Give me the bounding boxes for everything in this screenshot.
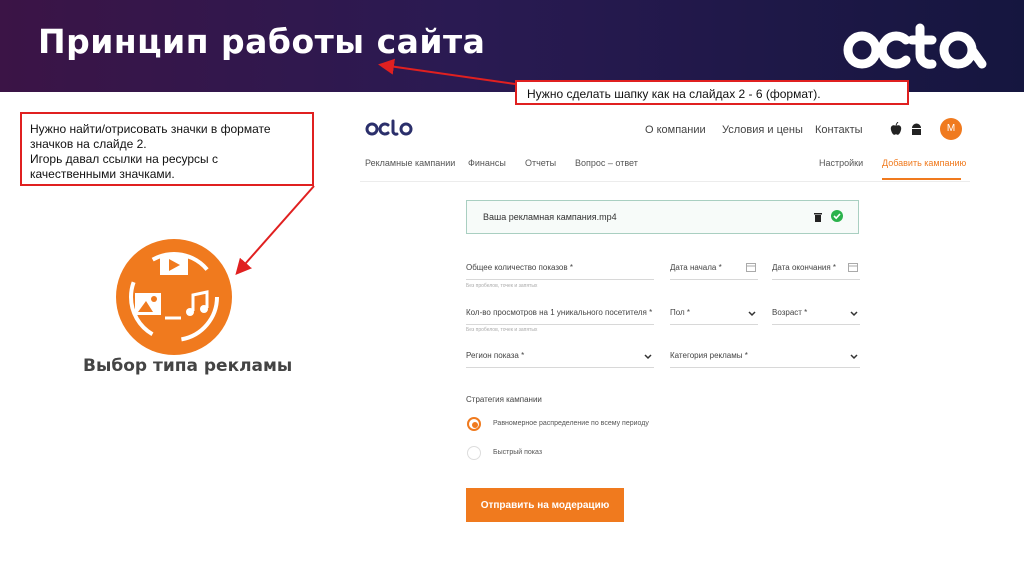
subnav-faq[interactable]: Вопрос – ответ xyxy=(575,158,638,168)
chevron-down-icon xyxy=(748,311,756,317)
start-date-label: Дата начала * xyxy=(670,263,722,272)
ad-type-icon xyxy=(116,239,232,355)
strategy-even-radio[interactable] xyxy=(467,417,481,431)
chevron-down-icon xyxy=(850,311,858,317)
age-label: Возраст * xyxy=(772,308,808,317)
site-mockup: О компании Условия и цены Контакты M Рек… xyxy=(360,108,970,548)
chevron-down-icon xyxy=(850,354,858,360)
views-per-visitor-label: Кол-во просмотров на 1 уникального посет… xyxy=(466,308,653,317)
calendar-icon[interactable] xyxy=(746,262,756,272)
strategy-fast-label[interactable]: Быстрый показ xyxy=(493,449,542,456)
octa-site-logo-icon[interactable] xyxy=(365,118,415,138)
avatar[interactable]: M xyxy=(940,118,962,140)
subnav-settings[interactable]: Настройки xyxy=(819,158,863,168)
end-date-label: Дата окончания * xyxy=(772,263,837,272)
android-icon[interactable] xyxy=(910,122,923,136)
age-select[interactable]: Возраст * xyxy=(772,303,860,325)
trash-icon[interactable] xyxy=(814,212,822,222)
subnav-divider xyxy=(360,181,970,182)
annotation-icons-note: Нужно найти/отрисовать значки в формате … xyxy=(20,112,314,186)
check-icon xyxy=(831,210,843,222)
octa-logo-icon xyxy=(843,23,987,69)
slide-header: Принцип работы сайта xyxy=(0,0,1024,92)
category-select[interactable]: Категория рекламы * xyxy=(670,346,860,368)
nav-terms[interactable]: Условия и цены xyxy=(722,124,803,136)
subnav-finance[interactable]: Финансы xyxy=(468,158,506,168)
subnav-reports[interactable]: Отчеты xyxy=(525,158,556,168)
strategy-fast-radio[interactable] xyxy=(467,446,481,460)
region-label: Регион показа * xyxy=(466,351,525,360)
radio-selected-dot xyxy=(472,422,478,428)
annotation-header-note: Нужно сделать шапку как на слайдах 2 - 6… xyxy=(515,80,909,105)
file-name: Ваша рекламная кампания.mp4 xyxy=(483,212,617,222)
region-select[interactable]: Регион показа * xyxy=(466,346,654,368)
calendar-icon[interactable] xyxy=(848,262,858,272)
slide-title: Принцип работы сайта xyxy=(38,22,486,61)
nav-about[interactable]: О компании xyxy=(645,124,706,136)
submit-moderation-button[interactable]: Отправить на модерацию xyxy=(466,488,624,522)
views-per-visitor-input[interactable]: Кол-во просмотров на 1 уникального посет… xyxy=(466,303,654,325)
slide: Принцип работы сайта Нужно сделать шапку… xyxy=(0,0,1024,574)
category-label: Категория рекламы * xyxy=(670,351,748,360)
gender-select[interactable]: Пол * xyxy=(670,303,758,325)
subnav-add-campaign[interactable]: Добавить кампанию xyxy=(882,158,966,168)
nav-contacts[interactable]: Контакты xyxy=(815,124,863,136)
start-date-input[interactable]: Дата начала * xyxy=(670,258,758,280)
subnav-campaigns[interactable]: Рекламные кампании xyxy=(365,158,455,168)
strategy-even-label[interactable]: Равномерное распределение по всему перио… xyxy=(493,420,649,427)
uploaded-file: Ваша рекламная кампания.mp4 xyxy=(466,200,859,234)
active-tab-underline xyxy=(882,178,961,180)
views-hint: Без пробелов, точек и запятых xyxy=(466,327,538,333)
apple-icon[interactable] xyxy=(890,122,902,136)
impressions-input[interactable]: Общее количество показов * xyxy=(466,258,654,280)
impressions-label: Общее количество показов * xyxy=(466,263,573,272)
gender-label: Пол * xyxy=(670,308,691,317)
chevron-down-icon xyxy=(644,354,652,360)
strategy-title: Стратегия кампании xyxy=(466,395,542,404)
ad-type-caption: Выбор типа рекламы xyxy=(83,356,293,376)
impressions-hint: Без пробелов, точек и запятых xyxy=(466,283,538,289)
end-date-input[interactable]: Дата окончания * xyxy=(772,258,860,280)
